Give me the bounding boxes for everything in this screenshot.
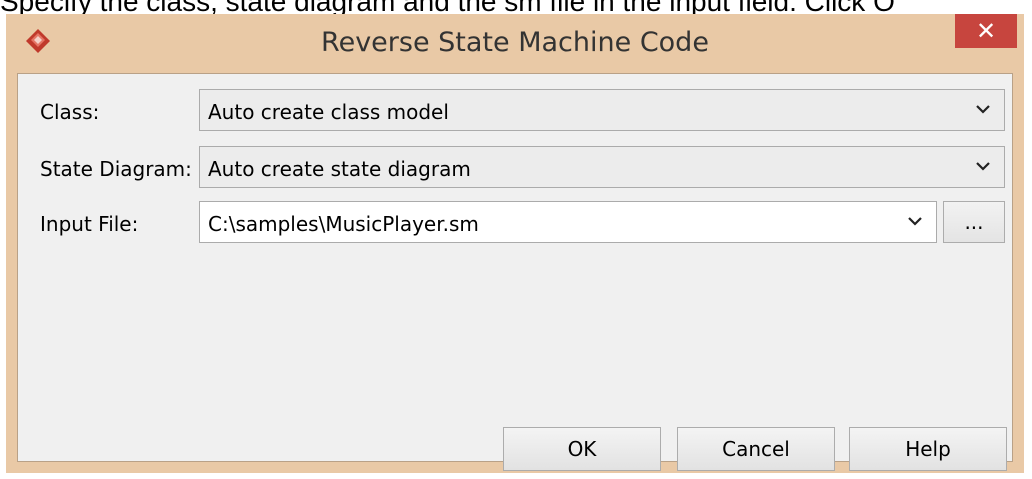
help-button[interactable]: Help	[849, 427, 1007, 471]
close-button[interactable]: ✕	[955, 14, 1017, 48]
button-bar: OK Cancel Help	[18, 427, 1012, 471]
state-diagram-label: State Diagram:	[40, 157, 192, 181]
chevron-down-icon[interactable]	[906, 212, 924, 230]
input-file-combo[interactable]: C:\samples\MusicPlayer.sm	[199, 201, 937, 243]
class-select[interactable]: Auto create class model	[199, 89, 1005, 131]
close-icon: ✕	[975, 17, 997, 45]
state-diagram-select[interactable]: Auto create state diagram	[199, 146, 1005, 188]
browse-button[interactable]: ...	[943, 201, 1005, 243]
input-file-row: Input File: C:\samples\MusicPlayer.sm ..…	[18, 200, 1012, 244]
cancel-button[interactable]: Cancel	[677, 427, 835, 471]
chevron-down-icon	[976, 162, 990, 171]
class-row: Class: Auto create class model	[18, 88, 1012, 132]
dialog-window: Reverse State Machine Code ✕ Class: Auto…	[6, 14, 1024, 473]
class-select-value: Auto create class model	[208, 100, 449, 124]
input-file-label: Input File:	[40, 212, 139, 236]
title-bar: Reverse State Machine Code ✕	[6, 14, 1024, 73]
chevron-down-icon	[976, 105, 990, 114]
ok-button[interactable]: OK	[503, 427, 661, 471]
class-label: Class:	[40, 100, 100, 124]
state-diagram-row: State Diagram: Auto create state diagram	[18, 145, 1012, 189]
dialog-content: Class: Auto create class model State Dia…	[17, 73, 1013, 471]
dialog-title: Reverse State Machine Code	[321, 27, 709, 58]
input-file-value[interactable]: C:\samples\MusicPlayer.sm	[208, 212, 479, 236]
state-diagram-select-value: Auto create state diagram	[208, 157, 471, 181]
